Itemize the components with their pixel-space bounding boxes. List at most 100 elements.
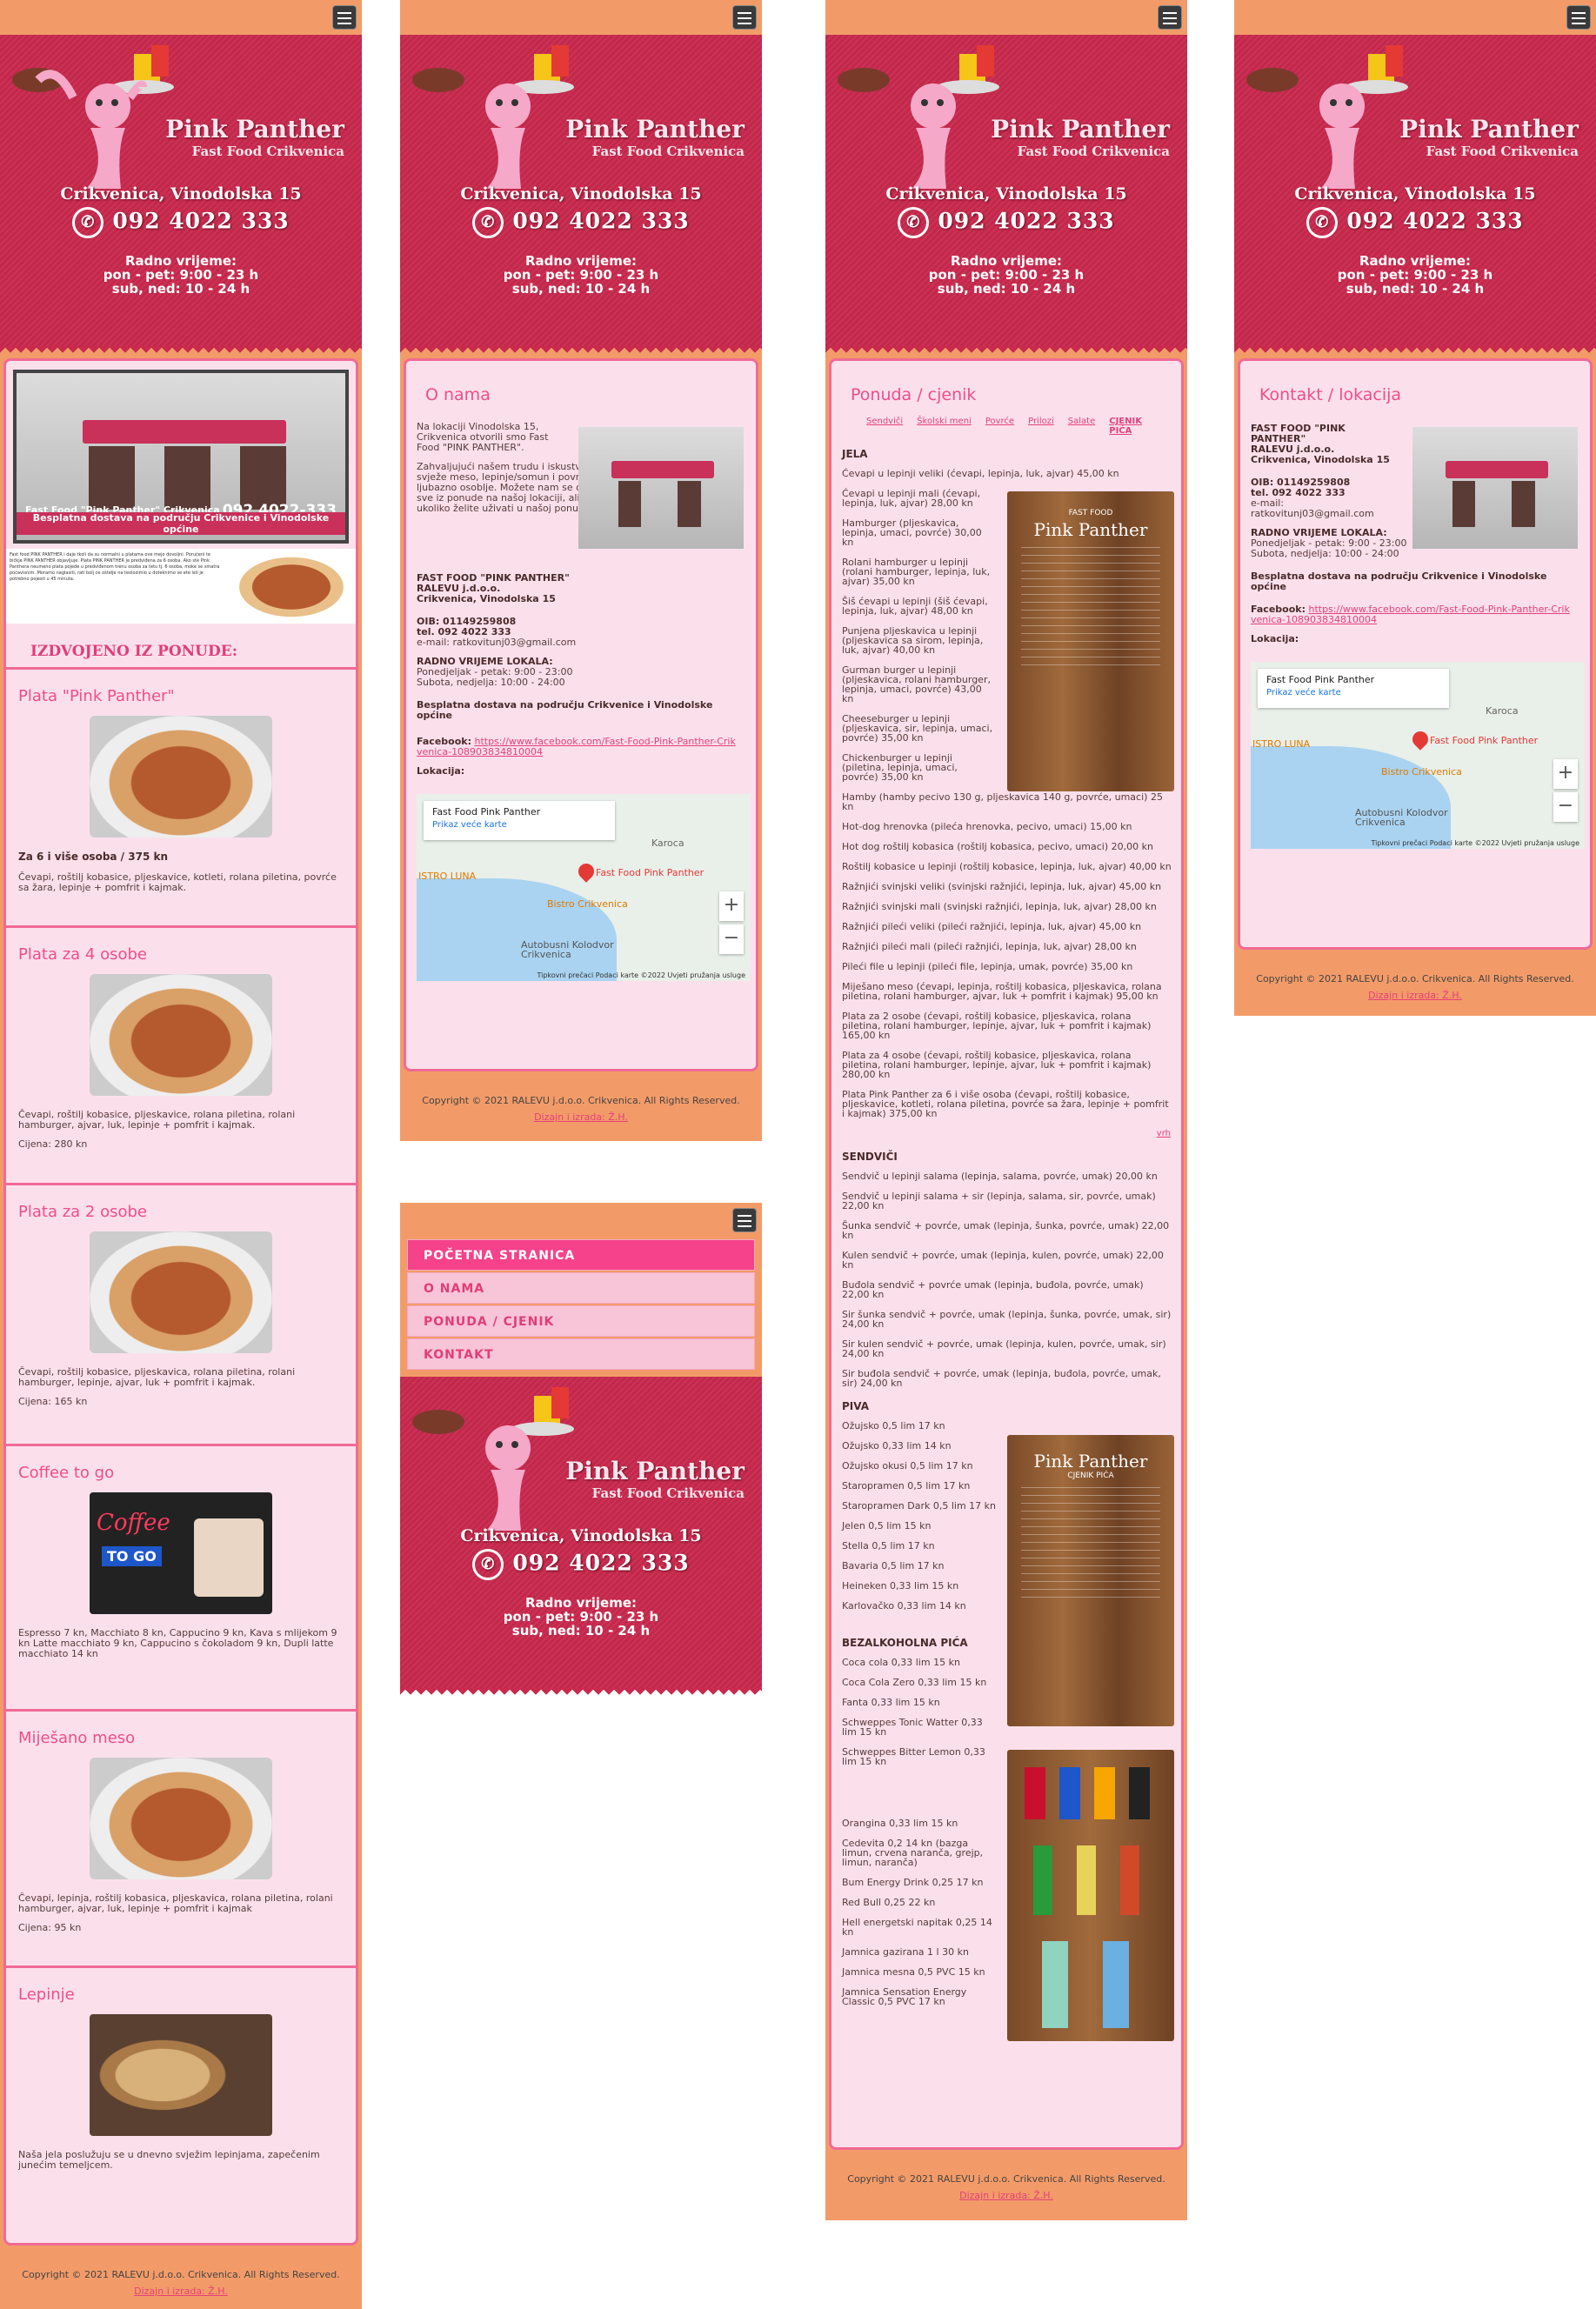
list-item[interactable]: Lepinje Naša jela poslužuju se u dnevno … xyxy=(6,1968,356,2203)
list-item[interactable]: Plata "Pink Panther" Za 6 i više osoba /… xyxy=(6,670,356,928)
menu-row: Chickenburger u lepinji (piletina, lepin… xyxy=(842,752,958,783)
list-item[interactable]: Miješano meso Čevapi, lepinja, roštilj k… xyxy=(6,1712,356,1968)
back-to-top-link[interactable]: vrh xyxy=(831,1129,1171,1138)
phone-line[interactable]: ✆ 092 4022 333 xyxy=(825,207,1187,238)
tab-prilozi[interactable]: Prilozi xyxy=(1028,417,1054,436)
phone-line[interactable]: ✆ 092 4022 333 xyxy=(1234,207,1596,238)
menu-row: Plata Pink Panther za 6 i više osoba (će… xyxy=(842,1089,1169,1119)
zoom-in-button[interactable]: + xyxy=(1553,759,1578,789)
design-credit-link[interactable]: Dizajn i izrada: Ž.H. xyxy=(825,2190,1187,2201)
list-item[interactable]: Coffee to go Coffee TO GO Espresso 7 kn,… xyxy=(6,1446,356,1712)
item-price: Cijena: 280 kn xyxy=(18,1138,88,1150)
design-credit-link[interactable]: Dizajn i izrada: Ž.H. xyxy=(0,2286,362,2297)
menu-row: Cheeseburger u lepinji (pljeskavica, sir… xyxy=(842,713,993,744)
tab-cjenik-pica[interactable]: CJENIK PIĆA xyxy=(1109,417,1144,436)
window xyxy=(1452,480,1476,527)
soft-drinks-image xyxy=(1007,1750,1174,2041)
zoom-in-button[interactable]: + xyxy=(719,891,744,921)
design-credit-link[interactable]: Dizajn i izrada: Ž.H. xyxy=(1234,990,1596,1001)
map-larger-link[interactable]: Prikaz veće karte xyxy=(432,820,606,830)
menu-row: Šunka sendvič + povrće, umak (lepinja, š… xyxy=(842,1220,1170,1241)
promo-text: Fast food PINK PANTHER i daje tkoli da s… xyxy=(10,552,220,582)
zigzag-edge xyxy=(400,1688,762,1698)
menu-row: Rolani hamburger u lepinji (rolani hambu… xyxy=(842,557,991,587)
tab-salate[interactable]: Salate xyxy=(1068,417,1095,436)
google-map[interactable]: Fast Food Pink Panther Prikaz veće karte… xyxy=(417,794,751,981)
menu-row: Ražnjići svinjski mali (svinjski ražnjić… xyxy=(842,901,1157,912)
design-credit-link[interactable]: Dizajn i izrada: Ž.H. xyxy=(400,1111,762,1123)
map-marker-label: Fast Food Pink Panther xyxy=(596,867,705,878)
window xyxy=(1512,480,1535,527)
list-item[interactable]: Plata za 2 osobe Čevapi, roštilj kobasic… xyxy=(6,1185,356,1446)
menu-row: Sir kulen sendvič + povrće, umak (lepinj… xyxy=(842,1338,1166,1359)
zoom-out-button[interactable]: − xyxy=(719,924,744,954)
map-info-card: Fast Food Pink Panther Prikaz veće karte xyxy=(424,801,615,840)
page-title: O nama xyxy=(425,385,491,404)
item-desc: Čevapi, roštilj kobasice, pljeskavice, k… xyxy=(18,871,337,893)
brand-subtitle: Fast Food Crikvenica xyxy=(1017,143,1170,159)
board-sub: FAST FOOD xyxy=(1068,509,1113,517)
item-title: Coffee to go xyxy=(18,1464,115,1482)
hamburger-menu-icon[interactable] xyxy=(1566,5,1591,30)
hours-title: Radno vrijeme: xyxy=(1359,253,1472,269)
menu-board-image: FAST FOOD Pink Panther xyxy=(1007,491,1174,791)
hours-weekday: pon - pet: 9:00 - 23 h xyxy=(503,267,659,283)
menu-row: Ožujsko 0,5 lim 17 kn xyxy=(842,1420,945,1431)
phone-line[interactable]: ✆ 092 4022 333 xyxy=(400,1549,762,1580)
menu-row: Gurman burger u lepinji (pljeskavica, ro… xyxy=(842,664,991,704)
phone-number: 092 4022 333 xyxy=(112,208,290,234)
contact-hours-2: Subota, nedjelja: 10:00 - 24:00 xyxy=(1251,548,1399,559)
item-price: Cijena: 165 kn xyxy=(18,1396,88,1407)
hamburger-menu-icon[interactable] xyxy=(732,1208,757,1232)
about-email[interactable]: e-mail: ratkovitunj03@gmail.com xyxy=(417,637,756,648)
map-pin-icon[interactable] xyxy=(575,860,598,883)
hours-weekday: pon - pet: 9:00 - 23 h xyxy=(503,1609,659,1625)
hamburger-menu-icon[interactable] xyxy=(732,5,757,30)
address: Crikvenica, Vinodolska 15 xyxy=(460,184,702,204)
menu-tabs: Sendviči Školski meni Povrće Prilozi Sal… xyxy=(866,417,1181,436)
map-poi: Bistro Crikvenica xyxy=(1381,766,1462,777)
section-title: SENDVIČI xyxy=(842,1151,898,1163)
map-poi: Autobusni Kolodvor Crikvenica xyxy=(521,939,614,960)
menu-section-sendvici: SENDVIČI Sendvič u lepinji salama (lepin… xyxy=(831,1151,1181,1388)
contact-email[interactable]: e-mail: ratkovitunj03@gmail.com xyxy=(1251,498,1407,519)
menu-page: Pink Panther Fast Food Crikvenica Crikve… xyxy=(825,0,1187,2220)
hours-title: Radno vrijeme: xyxy=(524,253,638,269)
coffee-sign-text: Coffee xyxy=(97,1510,170,1536)
menu-row: Hot-dog hrenovka (pileća hrenovka, peciv… xyxy=(842,821,1132,832)
hamburger-menu-icon[interactable] xyxy=(1158,5,1182,30)
opening-hours: Radno vrijeme: pon - pet: 9:00 - 23 h su… xyxy=(1234,254,1596,296)
phone-line[interactable]: ✆ 092 4022 333 xyxy=(400,207,762,238)
nav-item-about[interactable]: O NAMA xyxy=(407,1272,755,1304)
list-item[interactable]: Plata za 4 osobe Čevapi, roštilj kobasic… xyxy=(6,928,356,1185)
tab-povrce[interactable]: Povrće xyxy=(985,417,1014,436)
map-poi: Karoca xyxy=(651,838,684,849)
footer: Copyright © 2021 RALEVU j.d.o.o. Crikven… xyxy=(0,2250,362,2297)
shop-photo xyxy=(578,427,744,549)
opening-hours: Radno vrijeme: pon - pet: 9:00 - 23 h su… xyxy=(825,254,1187,296)
board-title: Pink Panther xyxy=(1033,519,1148,540)
zigzag-edge xyxy=(0,346,362,357)
nav-item-home[interactable]: POČETNA STRANICA xyxy=(407,1239,755,1271)
map-place-name: Fast Food Pink Panther xyxy=(1266,674,1375,685)
tab-skolski-meni[interactable]: Školski meni xyxy=(917,417,972,436)
phone-line[interactable]: ✆ 092 4022 333 xyxy=(0,207,362,238)
map-larger-link[interactable]: Prikaz veće karte xyxy=(1266,688,1440,697)
nav-item-contact[interactable]: KONTAKT xyxy=(407,1338,755,1370)
zoom-out-button[interactable]: − xyxy=(1553,792,1578,822)
nav-item-menu[interactable]: PONUDA / CJENIK xyxy=(407,1305,755,1337)
featured-list: Plata "Pink Panther" Za 6 i više osoba /… xyxy=(6,667,356,2203)
menu-row: Sendvič u lepinji salama + sir (lepinja,… xyxy=(842,1191,1156,1211)
header-banner: Pink Panther Fast Food Crikvenica Crikve… xyxy=(825,35,1187,357)
map-pin-icon[interactable] xyxy=(1409,728,1432,751)
item-image xyxy=(90,716,272,838)
hours-weekend: sub, ned: 10 - 24 h xyxy=(511,281,651,297)
phone-number: 092 4022 333 xyxy=(938,208,1115,234)
menu-row: Jamnica Sensation Energy Classic 0,5 PVC… xyxy=(842,1986,967,2007)
brand-block: Pink Panther Fast Food Crikvenica xyxy=(1399,115,1579,159)
bottle-image xyxy=(1077,1845,1096,1915)
hamburger-menu-icon[interactable] xyxy=(332,5,357,30)
tab-sendvici[interactable]: Sendviči xyxy=(866,417,903,436)
google-map[interactable]: Fast Food Pink Panther Prikaz veće karte… xyxy=(1251,662,1585,849)
footer: Copyright © 2021 RALEVU j.d.o.o. Crikven… xyxy=(825,2154,1187,2201)
